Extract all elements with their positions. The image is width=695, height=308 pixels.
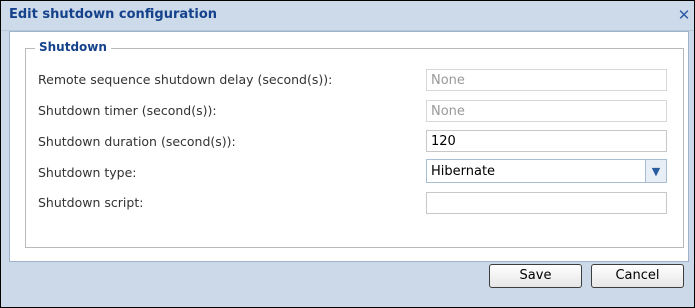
chevron-down-icon[interactable]: ▼ bbox=[645, 160, 666, 182]
shutdown-script-label: Shutdown script: bbox=[38, 195, 144, 210]
shutdown-duration-label: Shutdown duration (second(s)): bbox=[38, 134, 236, 149]
dialog-titlebar: Edit shutdown configuration ✕ bbox=[1, 1, 694, 31]
remote-delay-input[interactable]: None bbox=[426, 69, 667, 91]
shutdown-duration-input[interactable]: 120 bbox=[426, 130, 667, 152]
dialog-title: Edit shutdown configuration bbox=[9, 7, 217, 22]
shutdown-type-label: Shutdown type: bbox=[38, 165, 137, 180]
remote-delay-label: Remote sequence shutdown delay (second(s… bbox=[38, 72, 333, 87]
shutdown-type-value: Hibernate bbox=[431, 164, 496, 179]
close-icon[interactable]: ✕ bbox=[676, 7, 692, 23]
dialog-content: Shutdown Remote sequence shutdown delay … bbox=[9, 31, 689, 262]
save-button[interactable]: Save bbox=[489, 264, 582, 288]
shutdown-timer-label: Shutdown timer (second(s)): bbox=[38, 103, 217, 118]
shutdown-legend: Shutdown bbox=[35, 40, 111, 54]
edit-shutdown-dialog: Edit shutdown configuration ✕ Shutdown R… bbox=[0, 0, 695, 308]
cancel-button[interactable]: Cancel bbox=[591, 264, 684, 288]
shutdown-script-input[interactable] bbox=[426, 192, 667, 214]
shutdown-timer-input[interactable]: None bbox=[426, 100, 667, 122]
shutdown-type-select[interactable]: Hibernate ▼ bbox=[426, 159, 667, 183]
